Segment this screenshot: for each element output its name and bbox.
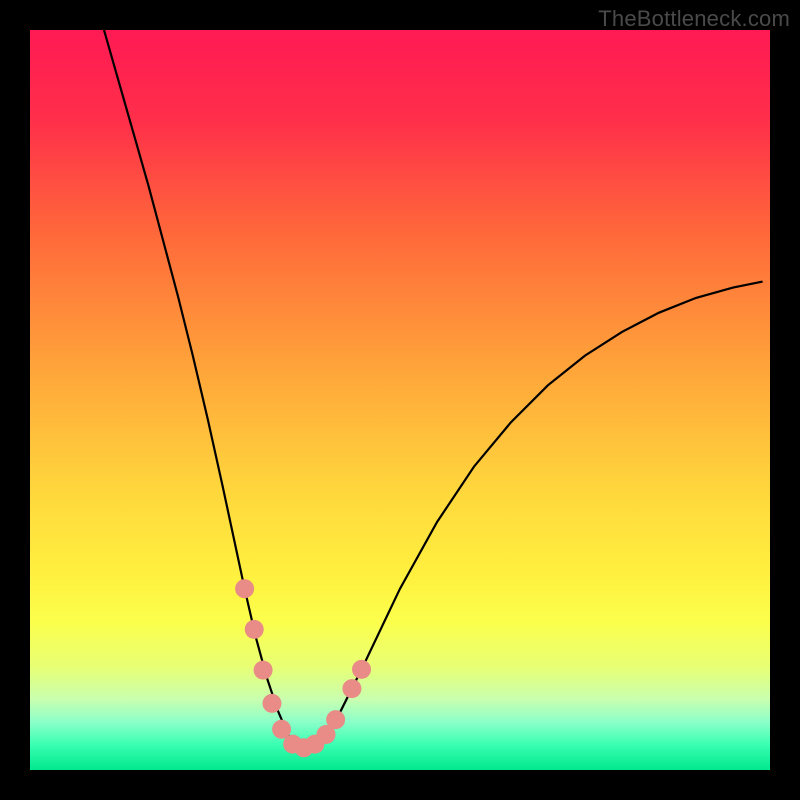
marker-dot xyxy=(235,579,254,598)
marker-dot xyxy=(245,620,264,639)
watermark-text: TheBottleneck.com xyxy=(598,6,790,32)
bottleneck-chart xyxy=(30,30,770,770)
marker-dot xyxy=(254,661,273,680)
marker-dot xyxy=(352,660,371,679)
gradient-background xyxy=(30,30,770,770)
marker-dot xyxy=(342,679,361,698)
marker-dot xyxy=(326,710,345,729)
marker-dot xyxy=(262,694,281,713)
chart-frame xyxy=(30,30,770,770)
